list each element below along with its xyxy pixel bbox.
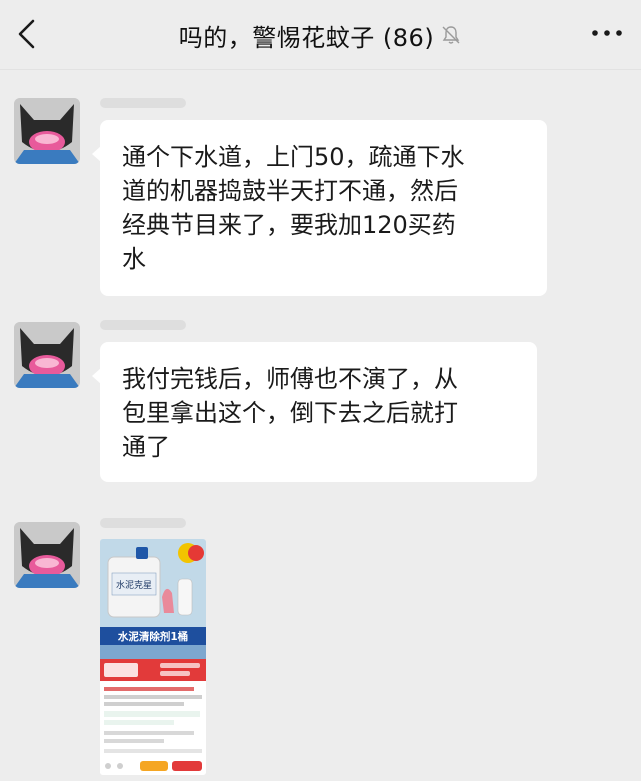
avatar[interactable] [14, 98, 80, 164]
chat-title: 吗的，警惕花蚊子 (86) [178, 23, 435, 52]
sender-name [100, 98, 186, 108]
message-line: 包里拿出这个，倒下去之后就打 [122, 399, 458, 427]
bottle-label: 水泥克星 [116, 579, 152, 591]
message-line: 我付完钱后，师傅也不演了，从 [122, 365, 458, 393]
message-line: 道的机器捣鼓半天打不通，然后 [122, 177, 458, 205]
chat-message [0, 512, 641, 781]
bell-slash-icon [442, 26, 460, 44]
chat-message: 我付完钱后，师傅也不演了，从 包里拿出这个，倒下去之后就打 通了 [0, 316, 641, 486]
cat-avatar-icon [14, 522, 80, 588]
sender-name [100, 320, 186, 330]
sender-name [100, 518, 186, 528]
image-message-thumbnail[interactable]: 水泥克星 水泥清除剂1桶 [100, 539, 206, 775]
message-line: 水 [122, 245, 146, 273]
chat-message: 通个下水道，上门50，疏通下水 道的机器捣鼓半天打不通，然后 经典节目来了，要我… [0, 90, 641, 300]
ellipsis-icon[interactable] [587, 18, 627, 48]
avatar[interactable] [14, 522, 80, 588]
message-bubble[interactable]: 通个下水道，上门50，疏通下水 道的机器捣鼓半天打不通，然后 经典节目来了，要我… [92, 120, 547, 296]
cat-avatar-icon [14, 322, 80, 388]
message-line: 通了 [122, 433, 170, 461]
chat-header: 吗的，警惕花蚊子 (86) [0, 0, 641, 70]
product-screenshot-image: 水泥克星 水泥清除剂1桶 [100, 539, 206, 775]
message-line: 经典节目来了，要我加120买药 [122, 211, 456, 239]
product-title: 水泥清除剂1桶 [117, 630, 188, 643]
chat-title-area: 吗的，警惕花蚊子 (86) [0, 0, 641, 70]
message-line: 通个下水道，上门50，疏通下水 [122, 143, 465, 171]
message-bubble[interactable]: 我付完钱后，师傅也不演了，从 包里拿出这个，倒下去之后就打 通了 [92, 342, 537, 482]
cat-avatar-icon [14, 98, 80, 164]
avatar[interactable] [14, 322, 80, 388]
